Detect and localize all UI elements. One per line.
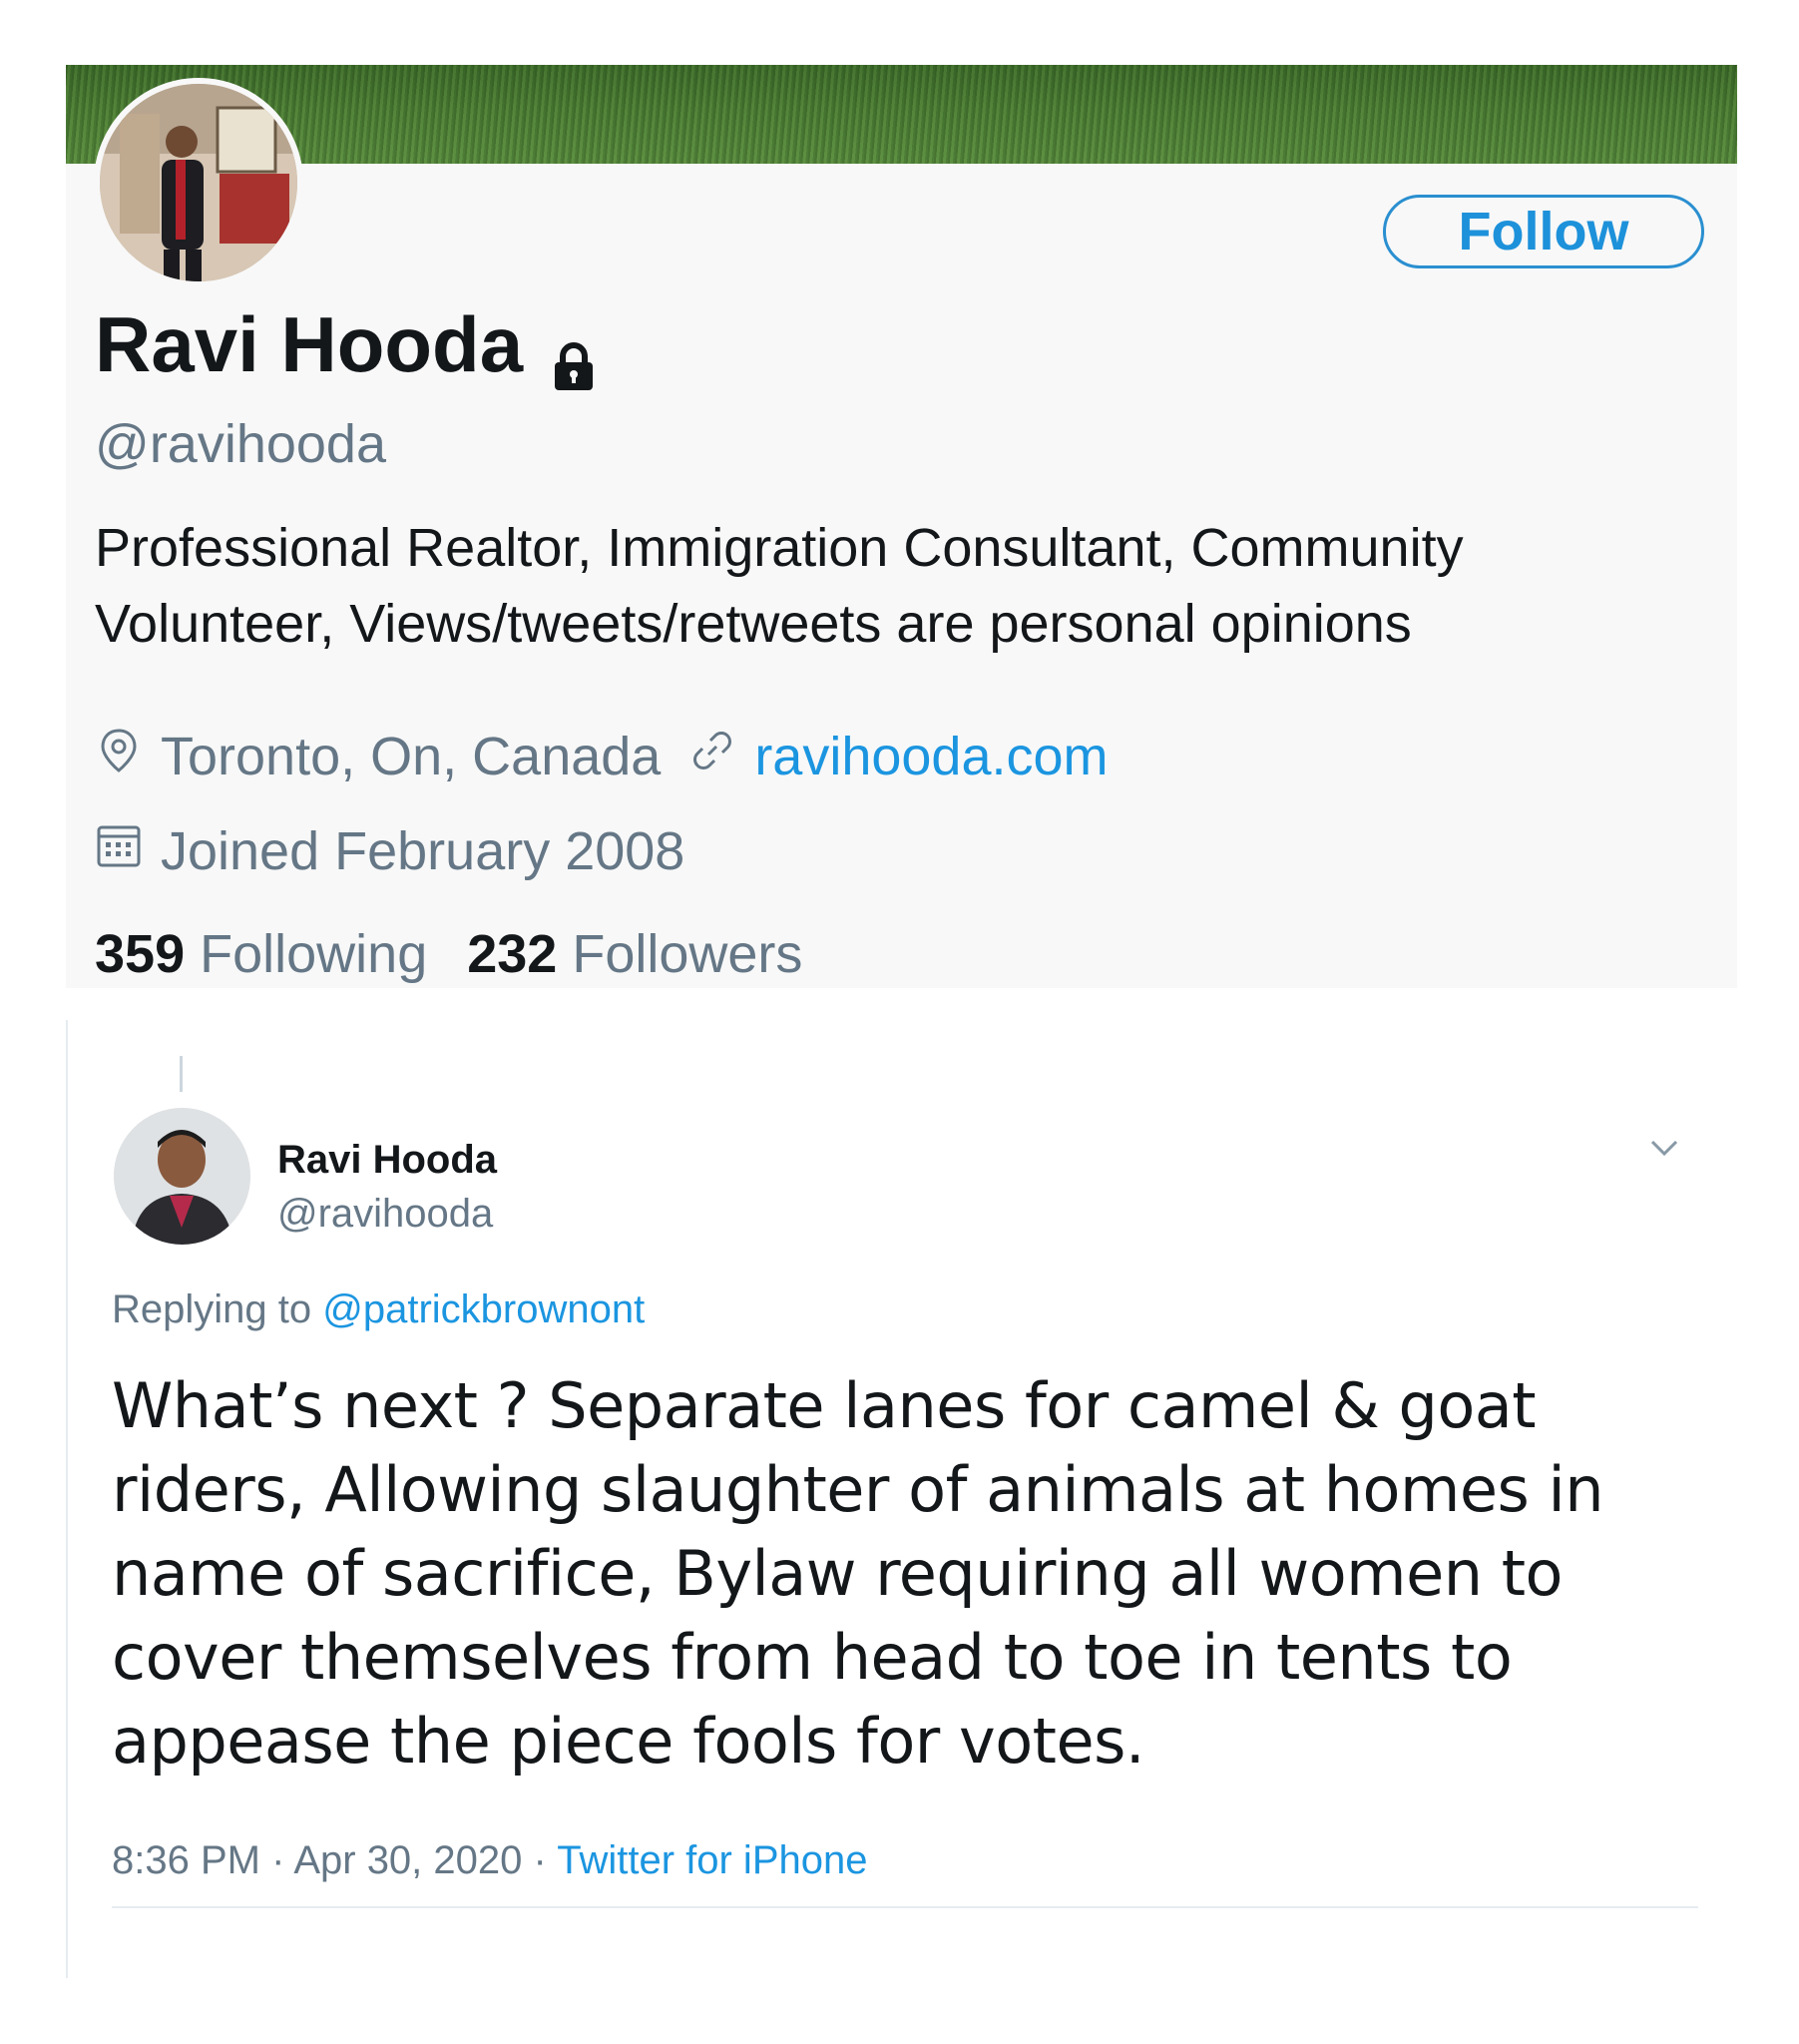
tweet-meta: 8:36 PM · Apr 30, 2020 · Twitter for iPh… — [112, 1838, 867, 1883]
profile-joined: Joined February 2008 — [161, 821, 685, 881]
meta-separator: · — [271, 1838, 285, 1882]
follow-button[interactable]: Follow — [1383, 195, 1704, 268]
calendar-icon — [95, 820, 161, 882]
chevron-down-icon[interactable] — [1644, 1128, 1684, 1168]
profile-handle: @ravihooda — [95, 414, 386, 474]
followers-stat[interactable]: 232 Followers — [467, 923, 802, 985]
profile-location-row: Toronto, On, Canada ravihooda.com — [95, 726, 1109, 787]
profile-avatar[interactable] — [100, 84, 297, 281]
profile-stats: 359 Following 232 Followers — [95, 923, 802, 985]
profile-bio: Professional Realtor, Immigration Consul… — [95, 518, 1464, 654]
location-pin-icon — [95, 726, 161, 787]
profile-name-row: Ravi Hooda — [95, 299, 597, 390]
tweet-replying-to: Replying to @patrickbrownont — [112, 1287, 645, 1332]
replying-prefix: Replying to — [112, 1287, 312, 1331]
profile-website-link[interactable]: ravihooda.com — [754, 726, 1108, 787]
tweet-text: What’s next ? Separate lanes for camel &… — [112, 1369, 1604, 1778]
link-icon — [688, 726, 754, 787]
following-stat[interactable]: 359 Following — [95, 923, 427, 985]
meta-separator: · — [533, 1838, 547, 1882]
following-count: 359 — [95, 924, 186, 984]
tweet-date[interactable]: Apr 30, 2020 — [293, 1838, 522, 1882]
tweet-author-avatar[interactable] — [114, 1108, 250, 1245]
profile-banner[interactable] — [66, 65, 1737, 164]
tweet-card: Ravi Hooda @ravihooda Replying to @patri… — [66, 1020, 1739, 1978]
profile-location: Toronto, On, Canada — [161, 727, 662, 786]
tweet-source-link[interactable]: Twitter for iPhone — [557, 1838, 867, 1882]
profile-name: Ravi Hooda — [95, 300, 524, 388]
profile-joined-row: Joined February 2008 — [95, 820, 684, 882]
tweet-time[interactable]: 8:36 PM — [112, 1838, 260, 1882]
followers-label: Followers — [572, 924, 803, 984]
lock-icon — [551, 320, 597, 390]
profile-avatar-ring — [94, 78, 303, 287]
followers-count: 232 — [467, 924, 558, 984]
profile-card: Follow Ravi Hooda @ravihooda Professiona… — [66, 65, 1737, 988]
following-label: Following — [200, 924, 428, 984]
replying-mention-link[interactable]: @patrickbrownont — [322, 1287, 645, 1331]
tweet-divider — [112, 1906, 1698, 1908]
tweet-author-name[interactable]: Ravi Hooda — [277, 1138, 497, 1183]
thread-line — [180, 1056, 183, 1092]
tweet-author-handle[interactable]: @ravihooda — [277, 1192, 493, 1237]
